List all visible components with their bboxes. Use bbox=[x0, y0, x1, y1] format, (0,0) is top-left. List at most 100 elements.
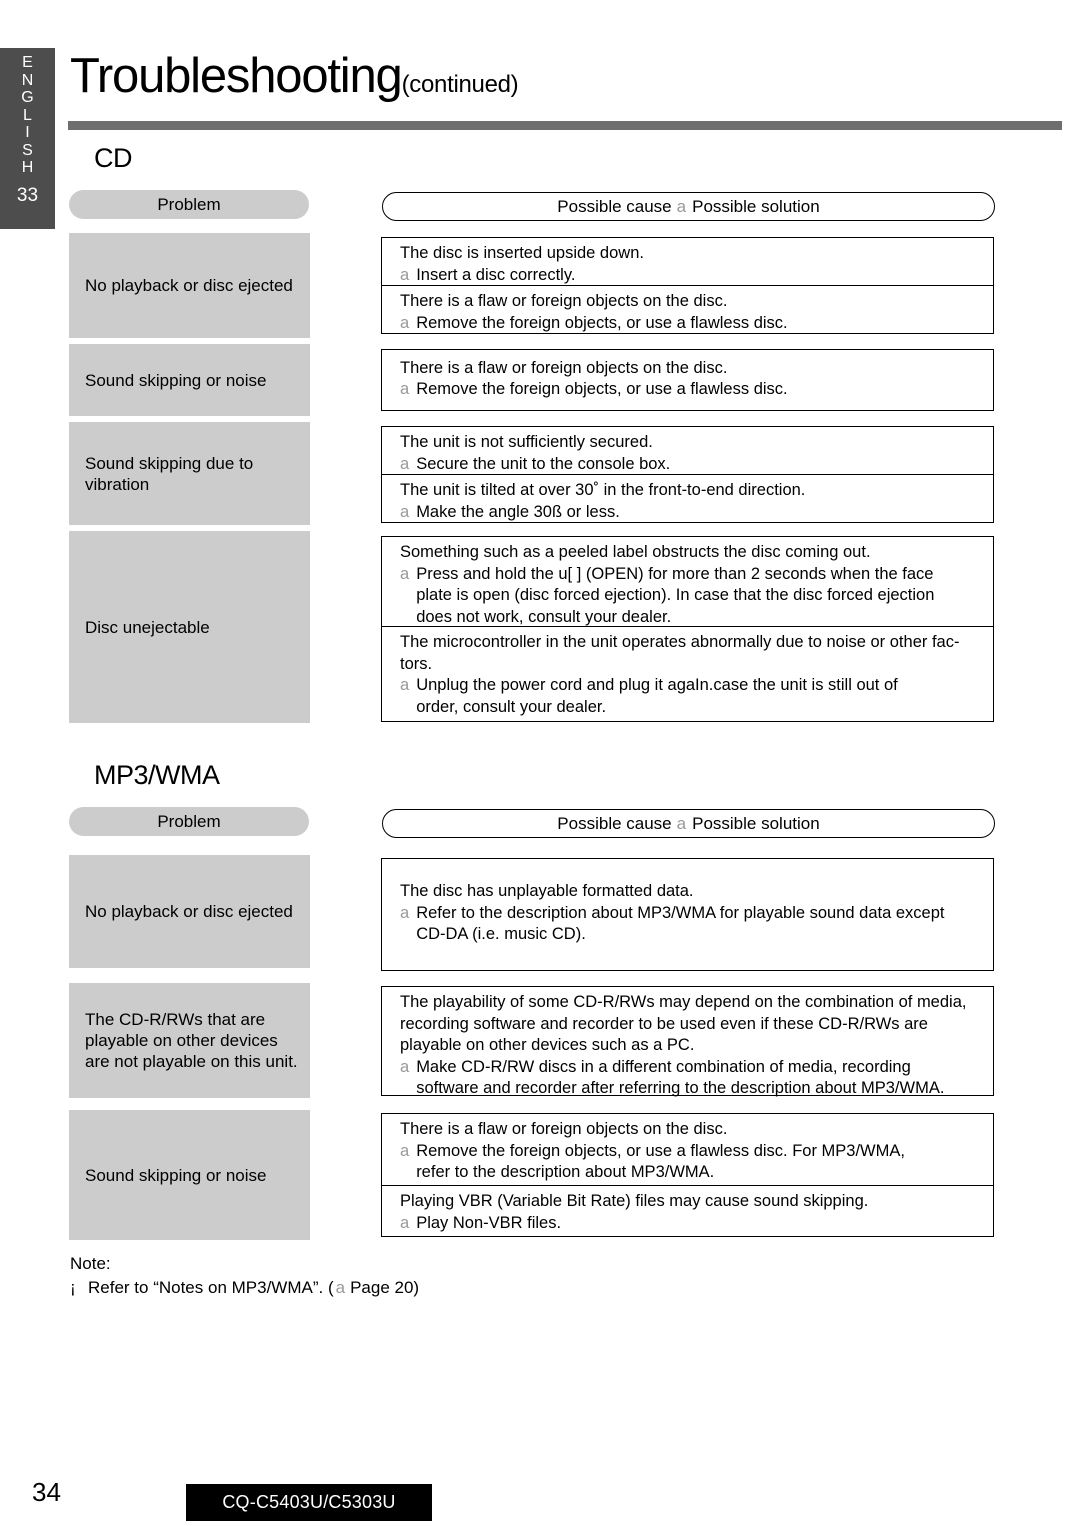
problem-cell: No playback or disc ejected bbox=[69, 855, 310, 968]
column-header-solution-mp3wma: Possible cause a Possible solution bbox=[382, 809, 995, 838]
solution-row: There is a flaw or foreign objects on th… bbox=[382, 286, 993, 334]
page-title-main: Troubleshooting bbox=[70, 49, 403, 103]
language-letter: I bbox=[25, 124, 30, 141]
cause-text: The playability of some CD-R/RWs may dep… bbox=[400, 992, 991, 1057]
language-letter: N bbox=[21, 71, 34, 89]
fix-line: a Remove the foreign objects, or use a f… bbox=[400, 313, 991, 335]
solution-group: Something such as a peeled label obstruc… bbox=[381, 536, 994, 722]
arrow-icon: a bbox=[400, 903, 410, 922]
language-letter: E bbox=[22, 54, 33, 71]
arrow-icon: a bbox=[335, 1278, 346, 1297]
fix-line: a Make the angle 30ß or less. bbox=[400, 502, 991, 524]
arrow-icon: a bbox=[400, 313, 410, 332]
solution-row: The disc is inserted upside down. a Inse… bbox=[382, 238, 993, 286]
solution-group: There is a flaw or foreign objects on th… bbox=[381, 1113, 994, 1237]
problem-cell: Sound skipping due to vibration bbox=[69, 422, 310, 525]
problem-text: No playback or disc ejected bbox=[85, 276, 293, 295]
solution-row: The disc has unplayable formatted data. … bbox=[382, 859, 993, 969]
language-letter: L bbox=[23, 106, 32, 124]
fix-text-line: software and recorder after referring to… bbox=[416, 1079, 945, 1097]
arrow-icon: a bbox=[400, 502, 410, 521]
column-header-problem-mp3wma: Problem bbox=[69, 807, 309, 836]
solution-row: The unit is tilted at over 30˚ in the fr… bbox=[382, 475, 993, 523]
fix-text-line: refer to the description about MP3/WMA. bbox=[416, 1163, 715, 1181]
note-block: Note: ¡ Refer to “Notes on MP3/WMA”. ( a… bbox=[70, 1252, 419, 1300]
note-text: Refer to “Notes on MP3/WMA”. ( bbox=[88, 1278, 334, 1297]
cause-text-line: playable on other devices such as a PC. bbox=[400, 1036, 695, 1054]
fix-text: Secure the unit to the console box. bbox=[416, 454, 671, 473]
fix-text-line: Press and hold the u[ ] (OPEN) for more … bbox=[416, 564, 934, 583]
cause-text: Playing VBR (Variable Bit Rate) files ma… bbox=[400, 1192, 869, 1210]
fix-text: Play Non-VBR files. bbox=[416, 1213, 562, 1232]
fix-text-line: Refer to the description about MP3/WMA f… bbox=[416, 903, 945, 922]
fix-text: Remove the foreign objects, or use a fla… bbox=[416, 380, 788, 398]
fix-text-line: Make CD-R/RW discs in a different combin… bbox=[416, 1057, 911, 1076]
column-header-solution-cd: Possible cause a Possible solution bbox=[382, 192, 995, 221]
language-letter: G bbox=[21, 89, 34, 106]
problem-text: Sound skipping or noise bbox=[85, 370, 267, 390]
problem-text: Disc unejectable bbox=[85, 617, 210, 637]
problem-text: Sound skipping due to vibration bbox=[85, 453, 254, 494]
cause-text-line: recording software and recorder to be us… bbox=[400, 1014, 928, 1033]
column-header-problem-cd: Problem bbox=[69, 190, 309, 219]
column-header-problem-label: Problem bbox=[157, 194, 221, 214]
cause-text-line: tors. bbox=[400, 654, 433, 673]
problem-cell: Sound skipping or noise bbox=[69, 1110, 310, 1240]
arrow-icon: a bbox=[400, 564, 410, 583]
cause-text-line: The microcontroller in the unit operates… bbox=[400, 633, 960, 651]
language-letter: S bbox=[22, 141, 33, 159]
fix-line: a Play Non-VBR files. bbox=[400, 1213, 991, 1235]
fix-line: a Unplug the power cord and plug it agaI… bbox=[400, 675, 991, 718]
arrow-icon: a bbox=[676, 196, 687, 216]
section-heading-cd: CD bbox=[94, 143, 133, 173]
fix-text-line: Remove the foreign objects, or use a fla… bbox=[416, 1141, 905, 1160]
problem-text: No playback or disc ejected bbox=[85, 902, 293, 921]
cause-text: The disc has unplayable formatted data. bbox=[400, 882, 694, 901]
problem-text: Sound skipping or noise bbox=[85, 1165, 267, 1185]
title-divider bbox=[68, 121, 1062, 130]
column-header-problem-label: Problem bbox=[157, 811, 221, 831]
fix-line: a Refer to the description about MP3/WMA… bbox=[400, 903, 991, 946]
cause-text: The microcontroller in the unit operates… bbox=[400, 632, 991, 675]
footer-page-number: 34 bbox=[32, 1477, 61, 1507]
possible-solution-label: Possible solution bbox=[692, 813, 820, 833]
solution-row: The playability of some CD-R/RWs may dep… bbox=[382, 987, 993, 1097]
cause-text-line: The playability of some CD-R/RWs may dep… bbox=[400, 993, 967, 1011]
problem-cell: Disc unejectable bbox=[69, 531, 310, 723]
arrow-icon: a bbox=[400, 265, 410, 284]
cause-text: There is a flaw or foreign objects on th… bbox=[400, 1120, 728, 1138]
arrow-icon: a bbox=[400, 454, 410, 473]
fix-line: a Secure the unit to the console box. bbox=[400, 454, 991, 476]
fix-text-line: plate is open (disc forced ejection). In… bbox=[416, 586, 935, 604]
problem-cell: The CD-R/RWs that are playable on other … bbox=[69, 983, 310, 1098]
note-page-reference: Page 20) bbox=[350, 1278, 420, 1297]
fix-text-line: CD-DA (i.e. music CD). bbox=[416, 925, 586, 944]
fix-text-line: Unplug the power cord and plug it agaIn.… bbox=[416, 676, 898, 694]
cause-text: The unit is tilted at over 30˚ in the fr… bbox=[400, 481, 806, 499]
solution-row: Something such as a peeled label obstruc… bbox=[382, 537, 993, 627]
problem-text: The CD-R/RWs that are playable on other … bbox=[85, 1010, 298, 1071]
cause-text: The disc is inserted upside down. bbox=[400, 244, 644, 262]
problem-cell: Sound skipping or noise bbox=[69, 344, 310, 416]
footer-model-text: CQ-C5403U/C5303U bbox=[222, 1492, 396, 1512]
solution-row: There is a flaw or foreign objects on th… bbox=[382, 350, 993, 409]
possible-solution-label: Possible solution bbox=[692, 196, 820, 216]
bullet-icon: ¡ bbox=[70, 1278, 76, 1297]
arrow-icon: a bbox=[400, 1057, 410, 1076]
solution-group: The unit is not sufficiently secured. a … bbox=[381, 426, 994, 523]
arrow-icon: a bbox=[400, 1213, 410, 1232]
problem-cell: No playback or disc ejected bbox=[69, 233, 310, 338]
cause-text: Something such as a peeled label obstruc… bbox=[400, 543, 871, 561]
fix-text-line: order, consult your dealer. bbox=[416, 697, 607, 716]
note-label: Note: bbox=[70, 1254, 111, 1273]
fix-text: Unplug the power cord and plug it agaIn.… bbox=[416, 675, 991, 718]
fix-text-line: does not work, consult your dealer. bbox=[416, 607, 672, 626]
fix-line: a Remove the foreign objects, or use a f… bbox=[400, 1141, 991, 1184]
possible-cause-label: Possible cause bbox=[557, 196, 672, 216]
fix-line: a Make CD-R/RW discs in a different comb… bbox=[400, 1057, 991, 1100]
solution-group: There is a flaw or foreign objects on th… bbox=[381, 349, 994, 411]
fix-text: Make the angle 30ß or less. bbox=[416, 502, 620, 521]
solution-group: The disc is inserted upside down. a Inse… bbox=[381, 237, 994, 334]
language-letter: H bbox=[21, 159, 34, 176]
note-item: ¡ Refer to “Notes on MP3/WMA”. ( a Page … bbox=[70, 1276, 419, 1300]
